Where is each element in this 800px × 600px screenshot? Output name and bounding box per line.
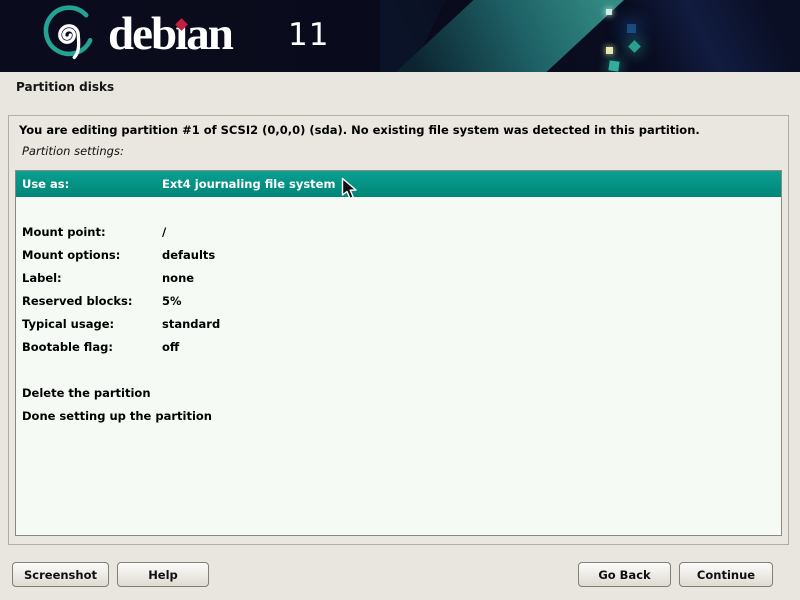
setting-label: Use as: <box>16 177 162 191</box>
deco-square-white <box>606 9 612 15</box>
setting-label: Bootable flag: <box>16 340 162 354</box>
setting-value: 5% <box>162 294 182 308</box>
wordmark-part: an <box>186 8 232 60</box>
list-item-done-setting-up[interactable]: Done setting up the partition <box>16 404 781 427</box>
debian-version: 11 <box>288 17 329 53</box>
setting-label: Mount point: <box>16 225 162 239</box>
setting-label: Typical usage: <box>16 317 162 331</box>
setting-value: defaults <box>162 248 215 262</box>
list-spacer <box>16 358 781 381</box>
setting-value: / <box>162 225 166 239</box>
banner-deco-band <box>598 0 800 72</box>
deco-square-teal <box>608 60 619 71</box>
list-item-use-as[interactable]: Use as: Ext4 journaling file system <box>16 171 781 197</box>
action-label: Done setting up the partition <box>16 409 212 423</box>
edit-partition-message: You are editing partition #1 of SCSI2 (0… <box>19 123 700 137</box>
wordmark-part: ı <box>175 8 186 60</box>
banner: debıan 11 <box>0 0 800 72</box>
continue-button[interactable]: Continue <box>679 562 773 587</box>
content-frame: You are editing partition #1 of SCSI2 (0… <box>8 115 789 545</box>
list-item-mount-point[interactable]: Mount point: / <box>16 220 781 243</box>
setting-value: none <box>162 271 194 285</box>
wordmark-part: deb <box>108 8 175 60</box>
list-item-reserved-blocks[interactable]: Reserved blocks: 5% <box>16 289 781 312</box>
list-item-typical-usage[interactable]: Typical usage: standard <box>16 312 781 335</box>
wordmark-i: ı <box>175 6 186 62</box>
deco-square-yellow <box>606 47 613 54</box>
deco-square-blue <box>627 24 636 33</box>
debian-swirl-icon <box>36 2 102 68</box>
partition-settings-list[interactable]: Use as: Ext4 journaling file system Moun… <box>15 170 782 536</box>
list-item-mount-options[interactable]: Mount options: defaults <box>16 243 781 266</box>
screenshot-button[interactable]: Screenshot <box>12 562 109 587</box>
setting-value: Ext4 journaling file system <box>162 177 335 191</box>
setting-label: Reserved blocks: <box>16 294 162 308</box>
list-item-delete-partition[interactable]: Delete the partition <box>16 381 781 404</box>
debian-wordmark: debıan <box>108 6 232 66</box>
setting-label: Mount options: <box>16 248 162 262</box>
help-button[interactable]: Help <box>117 562 209 587</box>
go-back-button[interactable]: Go Back <box>578 562 671 587</box>
page-title: Partition disks <box>16 80 114 94</box>
setting-label: Label: <box>16 271 162 285</box>
action-label: Delete the partition <box>16 386 151 400</box>
list-item-label[interactable]: Label: none <box>16 266 781 289</box>
mouse-cursor-icon <box>341 177 358 201</box>
setting-value: standard <box>162 317 220 331</box>
list-spacer <box>16 197 781 220</box>
partition-settings-label: Partition settings: <box>22 144 124 158</box>
setting-value: off <box>162 340 179 354</box>
list-item-bootable-flag[interactable]: Bootable flag: off <box>16 335 781 358</box>
